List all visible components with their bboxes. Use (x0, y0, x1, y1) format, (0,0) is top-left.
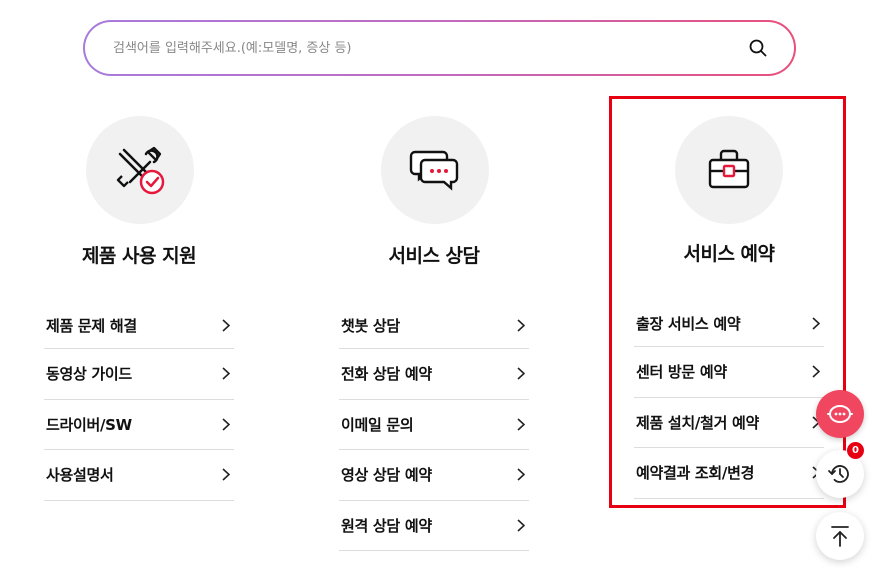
menu-item-install-removal[interactable]: 제품 설치/철거 예약 (634, 398, 824, 448)
search-button[interactable] (746, 36, 770, 60)
menu-item-label: 제품 문제 해결 (46, 317, 137, 335)
chevron-right-icon (517, 319, 527, 333)
menu-item-video-guide[interactable]: 동영상 가이드 (44, 349, 234, 400)
product-support-icon-circle (86, 116, 194, 224)
chatbot-float-button[interactable] (816, 390, 864, 438)
menu-item-label: 전화 상담 예약 (341, 365, 432, 384)
search-icon (749, 39, 767, 57)
section-title: 서비스 예약 (683, 243, 775, 265)
chevron-right-icon (517, 417, 527, 431)
menu-item-label: 영상 상담 예약 (341, 466, 432, 485)
history-icon (828, 465, 849, 483)
menu-item-label: 예약결과 조회/변경 (636, 464, 755, 483)
search-input[interactable] (113, 40, 746, 56)
menu-item-troubleshooting[interactable]: 제품 문제 해결 (44, 303, 234, 349)
menu-item-label: 출장 서비스 예약 (636, 315, 741, 333)
menu-item-phone-consult[interactable]: 전화 상담 예약 (339, 349, 529, 400)
service-consult-section: 서비스 상담 챗봇 상담 전화 상담 예약 이메일 문의 영상 상담 예약 원격… (339, 116, 529, 551)
menu-item-label: 드라이버/SW (46, 415, 132, 434)
recent-count-badge: 0 (847, 442, 864, 459)
menu-item-chatbot[interactable]: 챗봇 상담 (339, 303, 529, 349)
menu-item-label: 제품 설치/철거 예약 (636, 413, 760, 432)
search-bar-inner (85, 22, 794, 74)
menu-item-reservation-lookup[interactable]: 예약결과 조회/변경 (634, 448, 824, 499)
service-consult-menu: 챗봇 상담 전화 상담 예약 이메일 문의 영상 상담 예약 원격 상담 예약 (339, 303, 529, 551)
chevron-right-icon (222, 319, 232, 333)
menu-item-label: 사용설명서 (46, 466, 114, 485)
service-reservation-icon-circle (675, 116, 783, 224)
chevron-right-icon (222, 468, 232, 482)
scroll-top-button[interactable] (816, 512, 864, 560)
chevron-right-icon (222, 417, 232, 431)
menu-item-label: 챗봇 상담 (341, 317, 400, 335)
menu-item-visit-service[interactable]: 출장 서비스 예약 (634, 301, 824, 347)
service-reservation-section: 서비스 예약 출장 서비스 예약 센터 방문 예약 제품 설치/철거 예약 예약… (634, 116, 824, 499)
menu-item-center-visit[interactable]: 센터 방문 예약 (634, 347, 824, 398)
menu-item-label: 센터 방문 예약 (636, 363, 727, 382)
menu-item-label: 원격 상담 예약 (341, 516, 432, 535)
menu-item-label: 이메일 문의 (341, 415, 414, 434)
menu-item-remote-consult[interactable]: 원격 상담 예약 (339, 501, 529, 551)
section-title: 서비스 상담 (388, 245, 480, 267)
search-bar (83, 20, 796, 76)
chat-bubbles-icon (409, 150, 459, 191)
chevron-right-icon (222, 367, 232, 381)
menu-item-email[interactable]: 이메일 문의 (339, 400, 529, 450)
product-support-menu: 제품 문제 해결 동영상 가이드 드라이버/SW 사용설명서 (44, 303, 234, 501)
toolbox-icon (708, 149, 750, 189)
arrow-up-icon (831, 526, 849, 547)
product-support-section: 제품 사용 지원 제품 문제 해결 동영상 가이드 드라이버/SW 사용설명서 (44, 116, 234, 501)
menu-item-drivers[interactable]: 드라이버/SW (44, 400, 234, 450)
tools-check-icon (116, 146, 165, 195)
chevron-right-icon (812, 317, 822, 331)
chevron-right-icon (517, 468, 527, 482)
service-consult-icon-circle (381, 116, 489, 224)
menu-item-video-consult[interactable]: 영상 상담 예약 (339, 450, 529, 501)
chevron-right-icon (517, 367, 527, 381)
section-title: 제품 사용 지원 (81, 245, 197, 267)
chevron-right-icon (517, 518, 527, 532)
menu-item-manual[interactable]: 사용설명서 (44, 450, 234, 501)
menu-item-label: 동영상 가이드 (46, 365, 132, 384)
chatbot-icon (827, 405, 853, 423)
chevron-right-icon (812, 365, 822, 379)
service-reservation-menu: 출장 서비스 예약 센터 방문 예약 제품 설치/철거 예약 예약결과 조회/변… (634, 301, 824, 499)
